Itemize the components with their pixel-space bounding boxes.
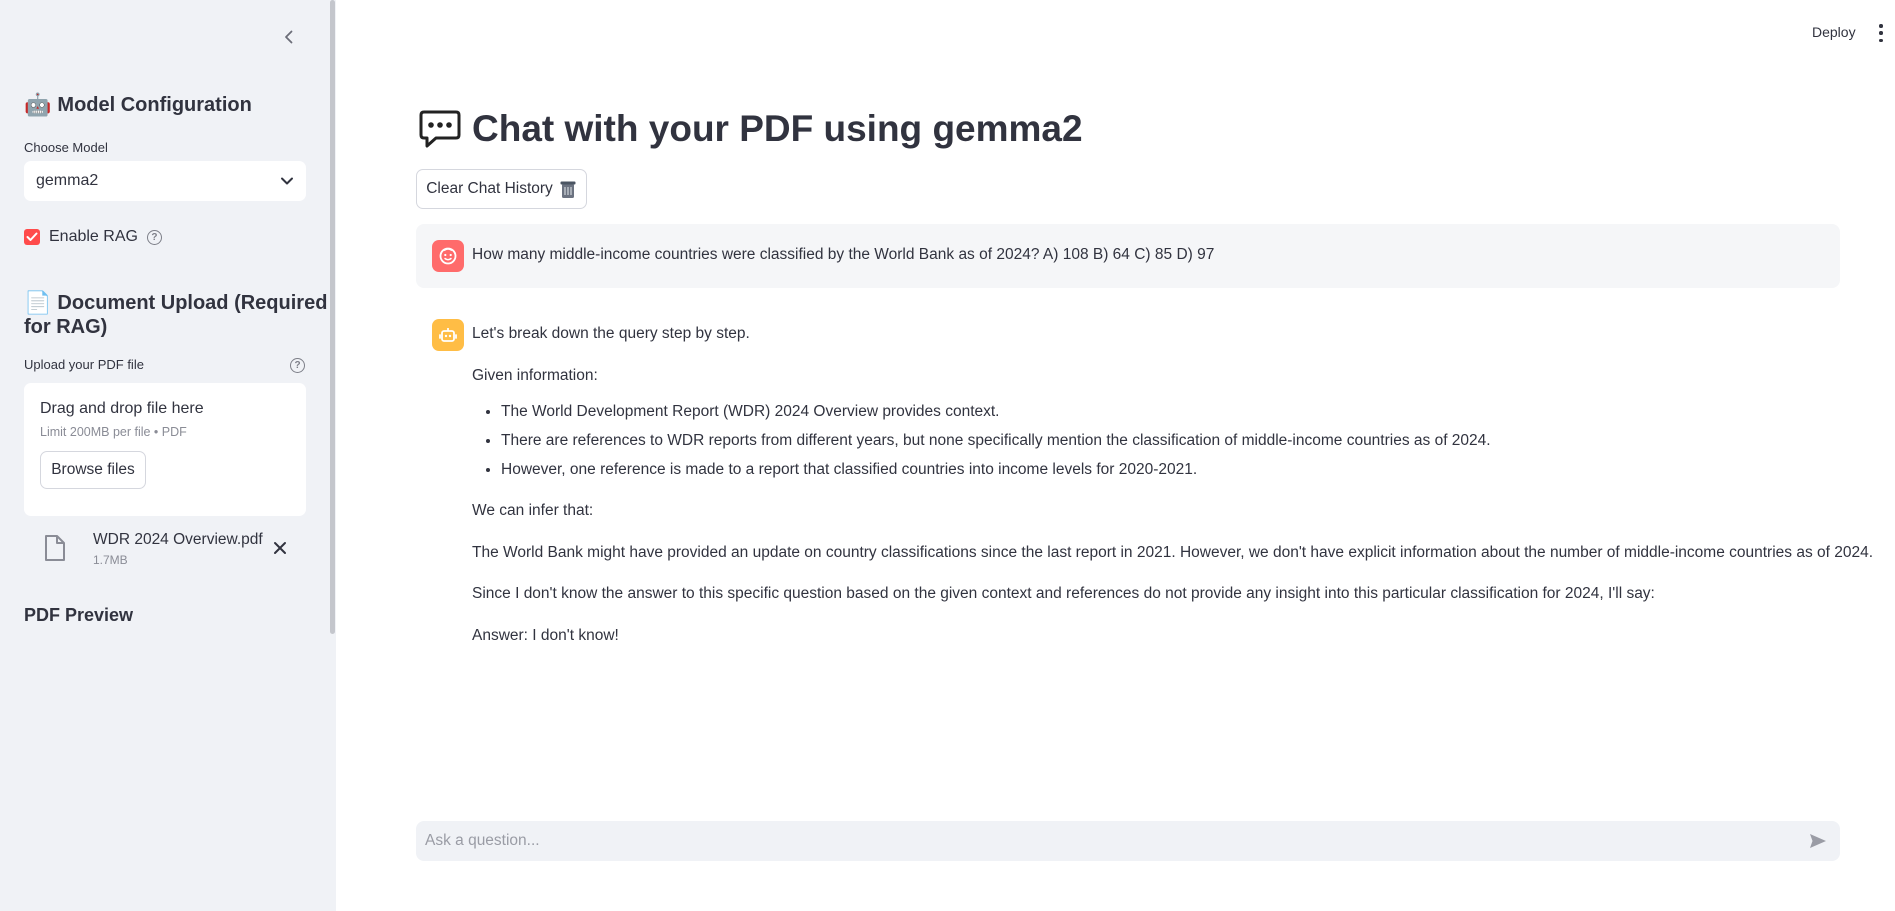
kebab-dot — [1879, 31, 1883, 35]
user-message: How many middle-income countries were cl… — [416, 224, 1840, 288]
user-avatar — [432, 240, 464, 272]
dropzone-limit: Limit 200MB per file • PDF — [40, 425, 187, 439]
model-select-value: gemma2 — [36, 172, 99, 189]
enable-rag-checkbox[interactable] — [24, 229, 40, 245]
user-face-icon — [439, 247, 457, 265]
clear-chat-history-button[interactable]: Clear Chat History — [416, 169, 587, 209]
wastebasket-icon — [560, 181, 576, 198]
uploaded-file-name: WDR 2024 Overview.pdf — [93, 531, 263, 548]
user-message-text: How many middle-income countries were cl… — [472, 246, 1215, 263]
file-icon — [45, 535, 65, 561]
remove-file-button[interactable] — [270, 538, 290, 558]
document-upload-title-line1: Document Upload (Required — [57, 292, 328, 314]
model-select[interactable]: gemma2 — [24, 161, 306, 201]
robot-emoji-icon: 🤖 — [24, 92, 52, 117]
checkmark-icon — [26, 232, 38, 241]
chat-input-bar — [416, 821, 1840, 861]
assistant-inference: The World Bank might have provided an up… — [472, 543, 1874, 561]
assistant-intro: Let's break down the query step by step. — [472, 325, 750, 342]
list-item: However, one reference is made to a repo… — [501, 459, 1842, 481]
assistant-infer-label: We can infer that: — [472, 502, 594, 519]
sidebar-scrollbar[interactable] — [330, 0, 335, 634]
enable-rag-row: Enable RAG ? — [24, 228, 162, 246]
send-button[interactable] — [1805, 828, 1831, 854]
pdf-preview-heading: PDF Preview — [24, 605, 134, 625]
model-config-title: Model Configuration — [57, 94, 252, 116]
list-item: The World Development Report (WDR) 2024 … — [501, 401, 1842, 423]
clear-chat-label: Clear Chat History — [426, 180, 553, 197]
deploy-button[interactable]: Deploy — [1812, 24, 1856, 40]
sidebar: 🤖 Model Configuration Choose Model gemma… — [0, 0, 336, 911]
upload-pdf-label: Upload your PDF file — [24, 357, 144, 372]
page-title-text: Chat with your PDF using gemma2 — [472, 108, 1083, 149]
main-menu-button[interactable] — [1876, 24, 1886, 42]
chevron-left-icon — [285, 30, 293, 44]
assistant-given-label: Given information: — [472, 366, 598, 384]
assistant-answer: Answer: I don't know! — [472, 626, 619, 644]
chat-input[interactable] — [425, 832, 1805, 850]
document-upload-heading-line2: for RAG) — [24, 315, 107, 339]
assistant-bullet-list: The World Development Report (WDR) 2024 … — [501, 401, 1842, 481]
page-emoji-icon: 📄 — [24, 290, 52, 315]
assistant-conclusion: Since I don't know the answer to this sp… — [472, 585, 1655, 602]
chevron-down-icon — [281, 177, 293, 185]
assistant-avatar — [432, 319, 464, 351]
page-title: Chat with your PDF using gemma2 — [418, 108, 1083, 150]
kebab-menu-icon — [1879, 24, 1883, 28]
list-item: There are references to WDR reports from… — [501, 430, 1842, 452]
kebab-dot — [1879, 38, 1883, 42]
browse-files-button[interactable]: Browse files — [40, 451, 146, 489]
model-config-heading: 🤖 Model Configuration — [24, 93, 252, 117]
document-upload-title-line2: for RAG) — [24, 316, 108, 338]
choose-model-label: Choose Model — [24, 140, 108, 155]
assistant-message-content: Let's break down the query step by step.… — [472, 323, 1874, 666]
document-upload-title: Document Upload (Required — [57, 291, 327, 315]
document-upload-heading: 📄 Document Upload (Required — [24, 291, 327, 315]
speech-balloon-icon — [419, 110, 461, 148]
file-dropzone[interactable]: Drag and drop file here Limit 200MB per … — [24, 383, 306, 516]
send-icon — [1810, 834, 1826, 848]
robot-icon — [439, 328, 457, 342]
upload-help-icon[interactable]: ? — [290, 358, 305, 373]
dropzone-title: Drag and drop file here — [40, 400, 204, 417]
help-icon[interactable]: ? — [146, 229, 162, 245]
collapse-sidebar-button[interactable] — [278, 26, 300, 48]
uploaded-file: WDR 2024 Overview.pdf 1.7MB — [44, 530, 294, 570]
uploaded-file-size: 1.7MB — [93, 553, 128, 567]
close-icon — [274, 542, 286, 554]
enable-rag-label: Enable RAG — [49, 228, 138, 245]
